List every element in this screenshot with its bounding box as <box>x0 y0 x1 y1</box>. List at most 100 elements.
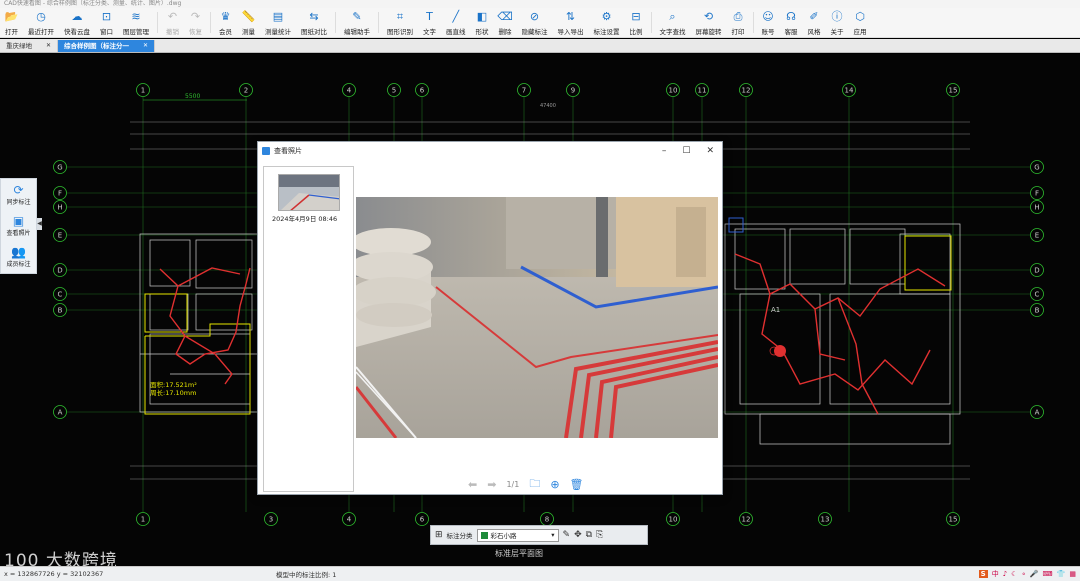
toolbar-button-24[interactable]: ☺ 账号 <box>757 8 780 37</box>
toolbar-button-label: 测量 <box>242 28 255 36</box>
toolbar-button-21[interactable]: ⌕ 文字查找 <box>655 8 691 37</box>
scale-icon: ⊟ <box>631 10 641 23</box>
ruler-icon: 📏 <box>241 10 256 23</box>
edit-assistant-icon: ✎ <box>352 10 362 23</box>
tray-item[interactable]: ☾ <box>1011 570 1017 578</box>
folder-icon[interactable]: 🗀 <box>529 475 540 494</box>
toolbar-button-label: 导入导出 <box>557 28 584 36</box>
tab-chongqing-lvdi[interactable]: 重庆绿地 ✕ <box>0 40 59 52</box>
tab-label: 重庆绿地 <box>6 42 32 50</box>
toolbar-button-19[interactable]: ⚙ 标注设置 <box>589 8 625 37</box>
toolbar-button-label: 恢复 <box>189 28 202 36</box>
edit-icon[interactable]: ✎ <box>563 530 571 540</box>
layers-icon: ≋ <box>131 10 141 23</box>
toolbar-button-6[interactable]: ↷ 恢复 <box>184 8 207 37</box>
toolbar-button-1[interactable]: ◷ 最近打开 <box>23 8 59 37</box>
toolbar-button-7[interactable]: ♛ 会员 <box>214 8 237 37</box>
close-icon[interactable]: ✕ <box>46 40 51 52</box>
toolbar-button-16[interactable]: ⌫ 删除 <box>494 8 517 37</box>
document-tabs: 重庆绿地 ✕ 综合样例图（标注分一 ✕ <box>0 39 1080 53</box>
toolbar-button-25[interactable]: ☊ 客服 <box>780 8 803 37</box>
arrow-left-icon[interactable]: ⬅ <box>468 478 477 491</box>
toolbar-button-label: 比例 <box>629 28 643 36</box>
axis-bubble-top-label: 11 <box>698 87 707 95</box>
toolbar-button-12[interactable]: ⌗ 图形识别 <box>382 8 418 37</box>
tray-item[interactable]: ∘ <box>1021 570 1025 578</box>
grid-icon[interactable]: ⊞ <box>435 530 443 540</box>
toolbar-button-27[interactable]: ⓘ 关于 <box>826 8 849 37</box>
panel-collapse-toggle[interactable]: ◀ <box>37 218 42 230</box>
toolbar-button-23[interactable]: ⎙ 打印 <box>727 8 750 37</box>
view-photos-button[interactable]: ▣ 查看照片 <box>1 210 36 241</box>
close-button[interactable]: ✕ <box>706 146 714 156</box>
toolbar-button-15[interactable]: ◧ 形状 <box>471 8 494 37</box>
toolbar-button-label: 快看云盘 <box>64 28 90 36</box>
close-icon[interactable]: ✕ <box>143 40 148 52</box>
tray-item[interactable]: ♪ <box>1003 570 1007 578</box>
photo-preview[interactable] <box>356 197 718 438</box>
toolbar-button-10[interactable]: ⇆ 图纸对比 <box>296 8 332 37</box>
toolbar-button-13[interactable]: T 文字 <box>418 8 441 37</box>
tray-item[interactable]: 中 <box>992 569 999 579</box>
toolbar-button-5[interactable]: ↶ 撤销 <box>161 8 184 37</box>
toolbar-button-label: 文字 <box>423 28 436 36</box>
toolbar-button-label: 画直线 <box>446 28 466 36</box>
copy-icon[interactable]: ⧉ <box>586 530 592 540</box>
tray-item[interactable]: 👕 <box>1057 570 1066 578</box>
toolbar-button-26[interactable]: ✐ 风格 <box>803 8 826 37</box>
measure-stats-icon: ▤ <box>272 10 284 23</box>
category-selected-value: 彩石小路 <box>490 532 517 540</box>
toolbar-button-2[interactable]: ☁ 快看云盘 <box>59 8 95 37</box>
toolbar-separator <box>650 12 652 33</box>
ime-logo[interactable]: S <box>978 569 988 578</box>
sync-annotation-button[interactable]: ⟳ 同步标注 <box>1 179 36 210</box>
toolbar-button-22[interactable]: ⟲ 屏幕旋转 <box>691 8 727 37</box>
member-annotation-button[interactable]: 👥 成员标注 <box>1 242 36 273</box>
headset-icon: ☊ <box>786 10 796 23</box>
toolbar-button-label: 编辑助手 <box>344 28 370 36</box>
axis-bubble-left-label: H <box>57 204 62 212</box>
annotation-category-select[interactable]: 彩石小路 ▾ <box>476 528 559 542</box>
yellow-room-outline <box>904 235 952 291</box>
toolbar-button-3[interactable]: ⊡ 窗口 <box>95 8 118 37</box>
toolbar-button-11[interactable]: ✎ 编辑助手 <box>339 8 375 37</box>
left-tool-panel: ⟳ 同步标注 ▣ 查看照片 👥 成员标注 <box>0 178 37 274</box>
toolbar-button-17[interactable]: ⊘ 隐藏标注 <box>517 8 553 37</box>
arrow-right-icon[interactable]: ➡ <box>487 478 496 491</box>
tray-item[interactable]: ⌨ <box>1043 570 1053 578</box>
dialog-titlebar[interactable]: 查看照片 – ☐ ✕ <box>258 142 722 160</box>
dim-label: 5500 <box>185 93 200 100</box>
tray-item[interactable]: 🎤 <box>1030 570 1039 578</box>
toolbar-button-8[interactable]: 📏 测量 <box>237 8 260 37</box>
toolbar-button-label: 关于 <box>830 28 844 36</box>
axis-bubble-bottom-label: 10 <box>669 516 678 524</box>
add-photo-icon[interactable]: ⊕ <box>550 478 559 491</box>
tab-sample-drawing[interactable]: 综合样例图（标注分一 ✕ <box>58 40 156 52</box>
maximize-button[interactable]: ☐ <box>682 146 690 156</box>
tray-item[interactable]: ▦ <box>1069 570 1076 578</box>
rotate-icon: ⟲ <box>703 10 714 23</box>
toolbar-button-9[interactable]: ▤ 测量统计 <box>260 8 296 37</box>
toolbar-button-20[interactable]: ⊟ 比例 <box>625 8 648 37</box>
toolbar-button-28[interactable]: ⬡ 应用 <box>849 8 872 37</box>
toolbar-button-4[interactable]: ≋ 图层管理 <box>118 8 154 37</box>
move-icon[interactable]: ✥ <box>574 530 582 540</box>
photo-viewer-dialog: 查看照片 – ☐ ✕ 2024年4月9日 08:46 ⬅ ➡ 1/1 🗀 ⊕ 🗑 <box>257 141 723 495</box>
trash-icon[interactable]: 🗑 <box>570 478 584 491</box>
annotation-category-bar: ⊞ 标注分类 彩石小路 ▾ ✎ ✥ ⧉ ⎘ <box>430 525 648 545</box>
minimize-button[interactable]: – <box>662 146 667 156</box>
page-indicator: 1/1 <box>506 480 520 489</box>
toolbar-button-label: 客服 <box>784 28 798 36</box>
toolbar-separator <box>752 12 754 33</box>
view-photos-label: 查看照片 <box>6 229 31 237</box>
photo-thumbnail[interactable] <box>278 174 340 211</box>
toolbar-button-18[interactable]: ⇅ 导入导出 <box>553 8 589 37</box>
toolbar-button-0[interactable]: 📂 打开 <box>0 8 23 37</box>
shape-recognize-icon: ⌗ <box>396 10 404 23</box>
axis-bubble-bottom-label: 8 <box>545 516 549 524</box>
toolbar-button-label: 测量统计 <box>265 28 291 36</box>
tab-label: 综合样例图（标注分一 <box>64 42 130 50</box>
shape-icon: ◧ <box>476 10 488 23</box>
paste-icon[interactable]: ⎘ <box>596 530 603 540</box>
toolbar-button-14[interactable]: ╱ 画直线 <box>441 8 471 37</box>
